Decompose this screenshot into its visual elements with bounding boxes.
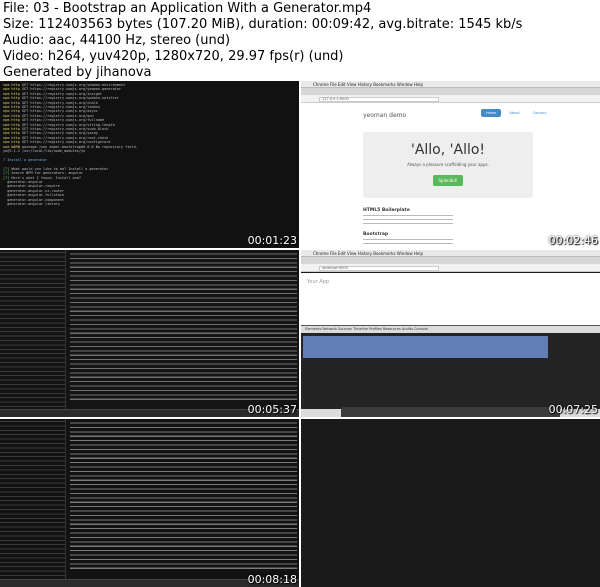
timestamp: 00:02:46 [548,234,598,247]
url-field: localhost:9000 [319,266,439,271]
url-field: 127.0.0.1:9000 [319,97,439,102]
webpage: yeoman demo Home About Contact 'Allo, 'A… [301,104,600,248]
terminal-output: npm http GET https://registry.npmjs.org/… [3,83,138,206]
devtools-tabs: Elements Network Sources Timeline Profil… [301,326,600,333]
thumbnail-editor: 00:08:18 [0,419,299,587]
timestamp: 00:08:18 [247,573,297,586]
browser-tab-bar [301,88,600,95]
audio-info: Audio: aac, 44100 Hz, stereo (und) [3,33,231,48]
browser-tab-bar [301,257,600,264]
splendid-button: Splendid! [432,175,464,186]
code-view [70,421,297,571]
file-tree [0,419,66,579]
file-tree [0,250,66,409]
console-highlight [303,336,548,358]
jumbotron-heading: 'Allo, 'Allo! [410,142,486,158]
file-size: Size: 112403563 bytes (107.20 MiB), dura… [3,17,523,32]
nav-contact: Contact [532,111,547,115]
section-text [363,215,453,227]
nav-pills: Home About Contact [481,109,551,117]
section-text [363,239,453,247]
browser-address-bar: 127.0.0.1:9000 [301,95,600,103]
code-view [70,252,297,402]
nav-about: About [509,111,520,115]
mac-dock [341,407,560,417]
timestamp: 00:07:25 [548,403,598,416]
thumbnail-editor: 00:05:37 [0,250,299,417]
timestamp: 00:01:23 [247,234,297,247]
file-name: File: 03 - Bootstrap an Application With… [3,1,372,16]
section-heading: Bootstrap [363,232,389,237]
browser-address-bar: localhost:9000 [301,264,600,272]
generator-credit: Generated by jihanova [3,65,152,80]
mac-menu-bar: Chrome File Edit View History Bookmarks … [301,250,600,257]
webpage: Your App [301,273,600,325]
section-heading: HTML5 Boilerplate [363,208,410,213]
nav-home: Home [481,109,502,117]
jumbotron-tagline: Always a pleasure scaffolding your apps. [407,162,489,167]
jumbotron: 'Allo, 'Allo! Always a pleasure scaffold… [363,132,533,198]
page-title: Your App [307,279,330,285]
thumbnail-terminal: npm http GET https://registry.npmjs.org/… [0,81,299,248]
video-info: Video: h264, yuv420p, 1280x720, 29.97 fp… [3,49,344,64]
mac-menu-bar: Chrome File Edit View History Bookmarks … [301,81,600,88]
timestamp: 00:05:37 [247,403,297,416]
site-brand: yeoman demo [363,112,407,119]
thumbnail-empty [301,419,600,587]
video-info-header: File: 03 - Bootstrap an Application With… [0,0,600,80]
thumbnail-browser: Chrome File Edit View History Bookmarks … [301,81,600,248]
thumbnail-devtools: Chrome File Edit View History Bookmarks … [301,250,600,417]
thumbnail-grid: npm http GET https://registry.npmjs.org/… [0,81,600,587]
